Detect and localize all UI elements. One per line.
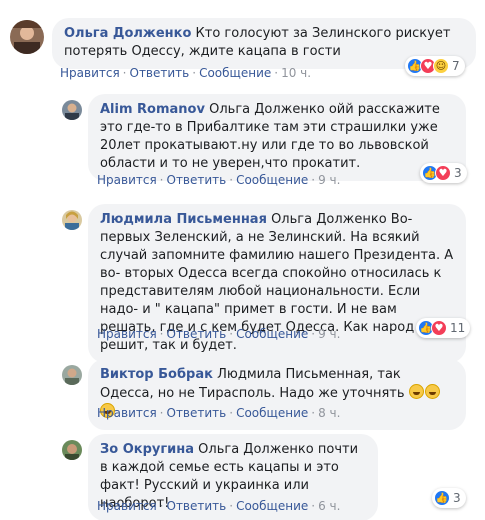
author-name[interactable]: Зо Округина [100,442,194,457]
like-icon: 👍 [434,490,450,506]
timestamp[interactable]: 9 ч. [318,327,340,341]
message-link[interactable]: Сообщение [236,173,308,187]
timestamp[interactable]: 8 ч. [318,406,340,420]
reply-link[interactable]: Ответить [130,66,190,80]
avatar[interactable] [62,365,82,385]
like-link[interactable]: Нравится [97,499,157,513]
message-link[interactable]: Сообщение [236,327,308,341]
reply-link[interactable]: Ответить [167,406,227,420]
comment-4: Виктор Бобрак Людмила Письменная, так Од… [0,355,485,430]
message-link[interactable]: Сообщение [199,66,271,80]
mention[interactable]: Ольга Долженко [209,102,325,117]
author-name[interactable]: Ольга Долженко [64,26,191,41]
grinning-emoji [424,384,440,399]
comment-actions: Нравится · Ответить · Сообщение · 9 ч. [97,173,341,187]
reaction-count: 7 [452,59,460,73]
avatar-photo [62,210,82,230]
message-link[interactable]: Сообщение [236,499,308,513]
message-link[interactable]: Сообщение [236,406,308,420]
like-link[interactable]: Нравится [97,406,157,420]
author-name[interactable]: Виктор Бобрак [100,367,213,382]
timestamp[interactable]: 6 ч. [318,499,340,513]
timestamp[interactable]: 10 ч. [281,66,311,80]
reactions-badge[interactable]: 👍 ♥ 11 [416,318,471,338]
avatar-photo [62,100,82,120]
reaction-count: 3 [454,166,462,180]
reaction-count: 3 [453,491,461,505]
avatar[interactable] [62,440,82,460]
timestamp[interactable]: 9 ч. [318,173,340,187]
avatar-photo [62,365,82,385]
haha-icon: ☺ [433,58,449,74]
comment-actions: Нравится · Ответить · Сообщение · 6 ч. [97,499,341,513]
mention[interactable]: Ольга Долженко [198,442,314,457]
reply-link[interactable]: Ответить [167,499,227,513]
mention[interactable]: Ольга Долженко [271,212,387,227]
like-link[interactable]: Нравится [97,173,157,187]
like-link[interactable]: Нравится [60,66,120,80]
reactions-badge[interactable]: 👍 ♥ ☺ 7 [405,56,465,76]
comment-actions: Нравится · Ответить · Сообщение · 8 ч. [97,406,341,420]
love-icon: ♥ [431,320,447,336]
comment-5: Зо Округина Ольга Долженко почти в каждо… [0,430,485,520]
comment-2: Alim Romanov Ольга Долженко ойй расскажи… [0,90,485,200]
reply-link[interactable]: Ответить [167,327,227,341]
author-name[interactable]: Людмила Письменная [100,212,267,227]
author-name[interactable]: Alim Romanov [100,102,205,117]
comment-3: Людмила Письменная Ольга Долженко Во- пе… [0,200,485,363]
avatar[interactable] [62,210,82,230]
mention[interactable]: Людмила Письменная [217,367,369,382]
reactions-badge[interactable]: 👍 ♥ 3 [420,163,467,183]
avatar[interactable] [62,100,82,120]
reply-link[interactable]: Ответить [167,173,227,187]
comment-actions: Нравится · Ответить · Сообщение · 10 ч. [60,66,312,80]
like-link[interactable]: Нравится [97,327,157,341]
avatar-photo [62,440,82,460]
comment-bubble: Alim Romanov Ольга Долженко ойй расскажи… [88,94,466,181]
reactions-badge[interactable]: 👍 3 [432,488,466,508]
comment-1: Ольга Долженко Кто голосуют за Зелинског… [0,0,485,90]
avatar-photo [10,20,44,54]
love-icon: ♥ [435,165,451,181]
reaction-count: 11 [450,321,466,335]
avatar[interactable] [10,20,44,54]
comment-actions: Нравится · Ответить · Сообщение · 9 ч. [97,327,341,341]
grinning-emoji [408,384,424,399]
